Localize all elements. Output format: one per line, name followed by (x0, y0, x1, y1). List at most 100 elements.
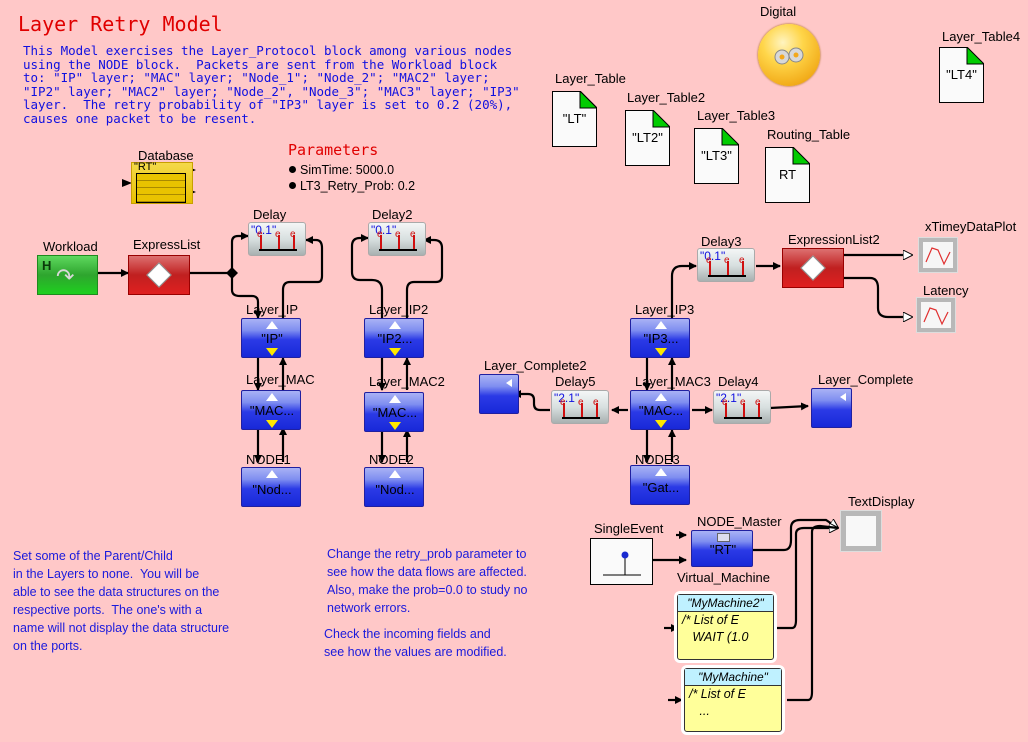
note-left: Set some of the Parent/Child in the Laye… (13, 549, 230, 653)
node1-block[interactable]: "Nod... (241, 467, 301, 507)
layer-table2-label: Layer_Table2 (627, 90, 706, 105)
database-table-icon (136, 173, 186, 203)
textdisplay-block[interactable] (840, 510, 882, 552)
svg-text:e: e (377, 229, 383, 240)
delay5-label: Delay5 (555, 374, 596, 389)
layer-mac2-value: "MAC... (372, 405, 418, 420)
delay2-label: Delay2 (372, 207, 413, 222)
up-arrow-icon (266, 470, 278, 478)
delay-timeline-icon: eee (706, 255, 746, 277)
svg-text:e: e (275, 229, 281, 240)
layer-mac3-block[interactable]: "MAC... (630, 390, 690, 430)
mymachine2-name: "MyMachine2" (678, 595, 773, 612)
event-pulse-icon (603, 551, 641, 576)
delay2-block[interactable]: "0.1" eee (368, 222, 426, 256)
node-master-block[interactable]: "RT" (691, 530, 753, 567)
layer-mac-label: Layer_MAC (246, 372, 315, 387)
note-middle-2: Check the incoming fields and see how th… (324, 627, 507, 659)
svg-text:e: e (706, 255, 712, 266)
latency-block[interactable] (916, 297, 956, 333)
down-arrow-icon (266, 348, 278, 356)
layer-table3-label: Layer_Table3 (697, 108, 776, 123)
workload-glyph: H (42, 258, 52, 273)
node3-value: "Gat... (642, 480, 680, 495)
node-master-value: "RT" (709, 542, 737, 557)
layer-mac3-label: Layer_MAC3 (635, 374, 711, 389)
delay4-block[interactable]: "2.1" eee (713, 390, 771, 424)
down-arrow-icon (389, 422, 401, 430)
layer-mac-block[interactable]: "MAC... (241, 390, 301, 430)
model-description: This Model exercises the Layer_Protocol … (23, 43, 520, 126)
delay4-label: Delay4 (718, 374, 759, 389)
layer-ip2-label: Layer_IP2 (369, 302, 429, 317)
svg-text:e: e (257, 229, 263, 240)
database-block[interactable]: "RT" (131, 161, 193, 204)
delay3-label: Delay3 (701, 234, 742, 249)
parameters-title: Parameters (288, 141, 379, 159)
layer-ip3-block[interactable]: "IP3... (630, 318, 690, 358)
layer-table3-block[interactable]: "LT3" (694, 128, 739, 184)
junction-diamond (226, 267, 238, 279)
down-arrow-icon (389, 348, 401, 356)
node2-value: "Nod... (375, 482, 415, 497)
singleevent-block[interactable] (590, 538, 653, 585)
sine-wave-icon (925, 247, 951, 266)
down-arrow-icon (655, 348, 667, 356)
curved-arrow-icon: ↷ (56, 264, 75, 289)
up-arrow-icon (389, 321, 401, 329)
model-title: Layer Retry Model (18, 12, 223, 36)
xtimeydataplot-label: xTimeyDataPlot (925, 219, 1017, 234)
delay3-block[interactable]: "0.1" eee (697, 248, 755, 282)
diamond-icon (800, 255, 826, 281)
routing-table-block[interactable]: RT (765, 147, 810, 203)
gears-icon (774, 47, 804, 65)
digital-label: Digital (760, 4, 797, 19)
bullet-icon (289, 182, 296, 189)
expressionlist2-label: ExpressionList2 (788, 232, 880, 247)
svg-text:e: e (395, 229, 401, 240)
node2-block[interactable]: "Nod... (364, 467, 424, 507)
mymachine-block[interactable]: "MyMachine" /* List of E ... (684, 668, 782, 732)
workload-block[interactable]: H ↷ (37, 255, 98, 295)
svg-text:e: e (755, 397, 761, 408)
layer-mac2-label: Layer_MAC2 (369, 374, 445, 389)
svg-text:e: e (724, 255, 730, 266)
layer-complete2-block[interactable] (479, 374, 519, 414)
up-arrow-icon (655, 393, 667, 401)
delay-timeline-icon: eee (257, 229, 297, 251)
virtual-machine-label: Virtual_Machine (677, 570, 770, 585)
wire-junction-delay (230, 232, 249, 273)
parameter-retry-prob[interactable]: LT3_Retry_Prob: 0.2 (289, 179, 415, 193)
expressionlist2-block[interactable] (782, 248, 844, 288)
svg-text:e: e (560, 397, 566, 408)
up-arrow-icon (389, 470, 401, 478)
up-arrow-icon (266, 393, 278, 401)
node1-label: NODE1 (246, 452, 291, 467)
layer-complete-label: Layer_Complete (818, 372, 914, 387)
svg-text:e: e (740, 397, 746, 408)
digital-block[interactable] (758, 24, 820, 86)
layer-ip-block[interactable]: "IP" (241, 318, 301, 358)
node3-block[interactable]: "Gat... (630, 465, 690, 505)
layer-ip2-block[interactable]: "IP2... (364, 318, 424, 358)
layer-mac2-block[interactable]: "MAC... (364, 392, 424, 432)
layer-table4-label: Layer_Table4 (942, 29, 1021, 44)
layer-complete-block[interactable] (811, 388, 852, 428)
layer-table-block[interactable]: "LT" (552, 91, 597, 147)
layer-table2-block[interactable]: "LT2" (625, 110, 670, 166)
expresslist-block[interactable] (128, 255, 190, 295)
mymachine-name: "MyMachine" (685, 669, 781, 686)
latency-label: Latency (923, 283, 969, 298)
xtimeydataplot-block[interactable] (918, 237, 958, 273)
svg-text:e: e (739, 255, 745, 266)
layer-table4-block[interactable]: "LT4" (939, 47, 984, 103)
delay-timeline-icon: eee (722, 397, 762, 419)
parameter-simtime[interactable]: SimTime: 5000.0 (289, 163, 394, 177)
sine-wave-icon (923, 307, 949, 326)
database-value: "RT" (134, 161, 157, 173)
mymachine2-block[interactable]: "MyMachine2" /* List of E WAIT (1.0 (677, 594, 774, 660)
delay5-block[interactable]: "2.1" eee (551, 390, 609, 424)
delay-block[interactable]: "0.1" eee (248, 222, 306, 256)
layer-ip-value: "IP" (261, 331, 283, 346)
down-arrow-icon (655, 420, 667, 428)
